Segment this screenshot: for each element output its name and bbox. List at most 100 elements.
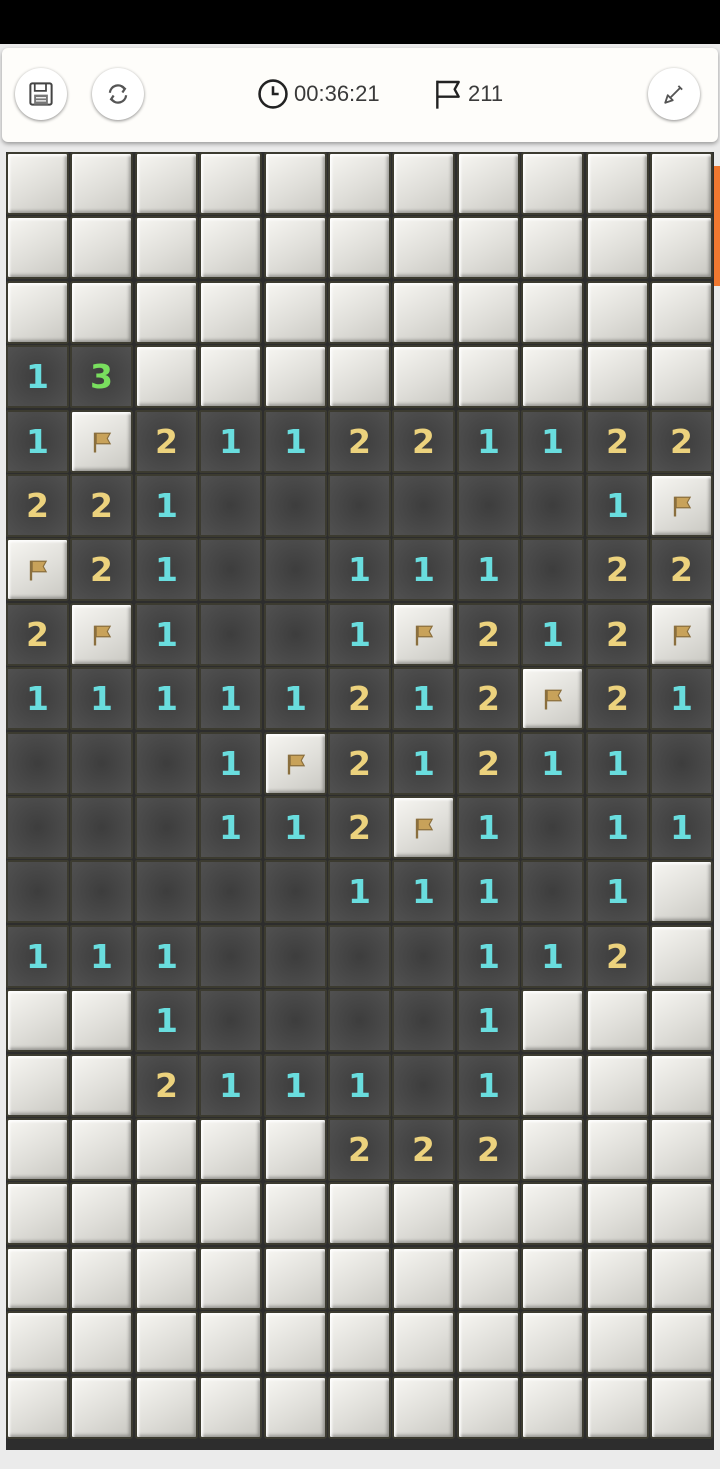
cell-number[interactable]: 1 xyxy=(586,796,649,859)
cell-number[interactable]: 2 xyxy=(70,538,133,601)
cell-number[interactable]: 2 xyxy=(650,410,713,473)
cell-unrevealed[interactable] xyxy=(521,281,584,344)
cell-flagged[interactable] xyxy=(6,538,69,601)
cell-unrevealed[interactable] xyxy=(650,1054,713,1117)
cell-unrevealed[interactable] xyxy=(6,989,69,1052)
cell-unrevealed[interactable] xyxy=(457,1376,520,1439)
cell-number[interactable]: 1 xyxy=(264,796,327,859)
restart-button[interactable] xyxy=(92,68,144,120)
cell-number[interactable]: 1 xyxy=(199,667,262,730)
cell-number[interactable]: 2 xyxy=(457,1118,520,1181)
cell-number[interactable]: 1 xyxy=(199,1054,262,1117)
cell-unrevealed[interactable] xyxy=(521,1118,584,1181)
cell-number[interactable]: 1 xyxy=(586,474,649,537)
cell-number[interactable]: 2 xyxy=(586,538,649,601)
cell-number[interactable]: 1 xyxy=(650,796,713,859)
cell-unrevealed[interactable] xyxy=(457,1182,520,1245)
cell-unrevealed[interactable] xyxy=(135,1247,198,1310)
cell-unrevealed[interactable] xyxy=(70,989,133,1052)
cell-empty[interactable] xyxy=(392,474,455,537)
cell-unrevealed[interactable] xyxy=(650,925,713,988)
cell-unrevealed[interactable] xyxy=(457,1311,520,1374)
cell-unrevealed[interactable] xyxy=(199,216,262,279)
cell-number[interactable]: 1 xyxy=(264,1054,327,1117)
cell-unrevealed[interactable] xyxy=(70,1247,133,1310)
cell-unrevealed[interactable] xyxy=(264,281,327,344)
cell-unrevealed[interactable] xyxy=(264,1118,327,1181)
cell-unrevealed[interactable] xyxy=(650,345,713,408)
cell-unrevealed[interactable] xyxy=(392,345,455,408)
cell-unrevealed[interactable] xyxy=(328,152,391,215)
cell-unrevealed[interactable] xyxy=(650,989,713,1052)
cell-unrevealed[interactable] xyxy=(586,152,649,215)
cell-unrevealed[interactable] xyxy=(586,345,649,408)
cell-unrevealed[interactable] xyxy=(6,1376,69,1439)
cell-number[interactable]: 1 xyxy=(521,603,584,666)
cell-number[interactable]: 2 xyxy=(457,732,520,795)
cell-unrevealed[interactable] xyxy=(392,1311,455,1374)
cell-empty[interactable] xyxy=(199,860,262,923)
cell-empty[interactable] xyxy=(328,989,391,1052)
cell-empty[interactable] xyxy=(6,796,69,859)
cell-number[interactable]: 1 xyxy=(650,667,713,730)
cell-empty[interactable] xyxy=(328,474,391,537)
cell-unrevealed[interactable] xyxy=(264,1182,327,1245)
minefield-board[interactable]: 1312112211222211211112221121211111212211… xyxy=(6,152,714,1450)
cell-number[interactable]: 2 xyxy=(328,410,391,473)
cell-number[interactable]: 2 xyxy=(457,667,520,730)
cell-unrevealed[interactable] xyxy=(6,1054,69,1117)
cell-number[interactable]: 1 xyxy=(135,538,198,601)
cell-number[interactable]: 1 xyxy=(457,1054,520,1117)
cell-unrevealed[interactable] xyxy=(328,345,391,408)
save-button[interactable] xyxy=(15,68,67,120)
cell-number[interactable]: 1 xyxy=(457,860,520,923)
cell-number[interactable]: 1 xyxy=(199,732,262,795)
cell-number[interactable]: 1 xyxy=(199,410,262,473)
cell-number[interactable]: 1 xyxy=(135,474,198,537)
cell-unrevealed[interactable] xyxy=(6,1182,69,1245)
cell-empty[interactable] xyxy=(521,860,584,923)
cell-number[interactable]: 1 xyxy=(135,603,198,666)
cell-unrevealed[interactable] xyxy=(521,989,584,1052)
cell-empty[interactable] xyxy=(6,860,69,923)
cell-unrevealed[interactable] xyxy=(6,1247,69,1310)
cell-unrevealed[interactable] xyxy=(650,1182,713,1245)
cell-unrevealed[interactable] xyxy=(650,152,713,215)
cell-number[interactable]: 1 xyxy=(70,925,133,988)
cell-unrevealed[interactable] xyxy=(70,216,133,279)
cell-flagged[interactable] xyxy=(264,732,327,795)
cell-number[interactable]: 1 xyxy=(6,925,69,988)
cell-number[interactable]: 2 xyxy=(6,474,69,537)
cell-number[interactable]: 1 xyxy=(457,796,520,859)
cell-unrevealed[interactable] xyxy=(392,152,455,215)
cell-empty[interactable] xyxy=(521,538,584,601)
cell-number[interactable]: 1 xyxy=(199,796,262,859)
cell-number[interactable]: 3 xyxy=(70,345,133,408)
cell-empty[interactable] xyxy=(199,474,262,537)
cell-unrevealed[interactable] xyxy=(264,1376,327,1439)
cell-empty[interactable] xyxy=(199,925,262,988)
cell-flagged[interactable] xyxy=(70,410,133,473)
cell-unrevealed[interactable] xyxy=(328,1247,391,1310)
cell-empty[interactable] xyxy=(135,732,198,795)
cell-empty[interactable] xyxy=(457,474,520,537)
cell-empty[interactable] xyxy=(199,603,262,666)
cell-unrevealed[interactable] xyxy=(392,216,455,279)
cell-number[interactable]: 1 xyxy=(70,667,133,730)
cell-unrevealed[interactable] xyxy=(70,152,133,215)
cell-number[interactable]: 2 xyxy=(328,796,391,859)
cell-unrevealed[interactable] xyxy=(392,1376,455,1439)
cell-unrevealed[interactable] xyxy=(328,1376,391,1439)
cell-unrevealed[interactable] xyxy=(135,1311,198,1374)
cell-number[interactable]: 2 xyxy=(6,603,69,666)
cell-unrevealed[interactable] xyxy=(70,1311,133,1374)
cell-unrevealed[interactable] xyxy=(6,152,69,215)
cell-unrevealed[interactable] xyxy=(650,1311,713,1374)
cell-unrevealed[interactable] xyxy=(457,281,520,344)
cell-empty[interactable] xyxy=(70,732,133,795)
cell-flagged[interactable] xyxy=(392,603,455,666)
cell-empty[interactable] xyxy=(264,860,327,923)
cell-unrevealed[interactable] xyxy=(6,281,69,344)
cell-number[interactable]: 1 xyxy=(586,732,649,795)
cell-unrevealed[interactable] xyxy=(199,1376,262,1439)
